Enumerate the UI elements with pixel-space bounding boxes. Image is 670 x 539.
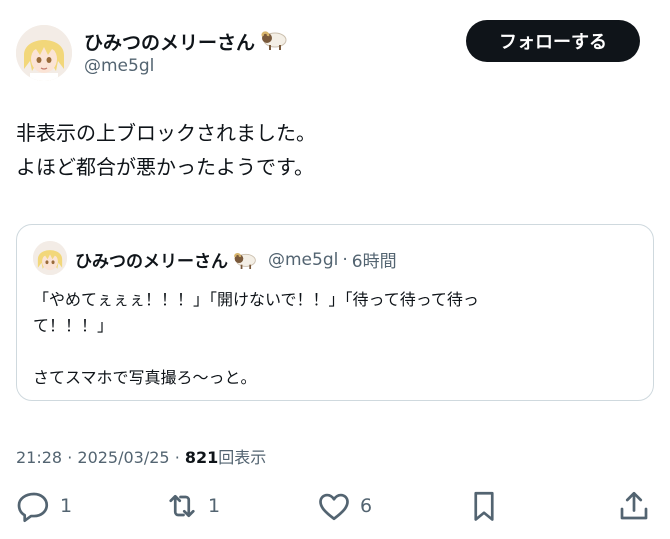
quoted-author-handle: @me5gl xyxy=(268,249,339,270)
quoted-line-2: て！！！」 xyxy=(33,316,114,335)
views-count: 821 xyxy=(184,448,219,467)
bookmark-button[interactable] xyxy=(466,484,502,528)
meta-separator: · xyxy=(67,448,73,467)
reply-count: 1 xyxy=(60,495,73,517)
quoted-line-3: さてスマホで写真撮ろ〜っと。 xyxy=(33,368,257,387)
reply-button[interactable]: 1 xyxy=(16,484,72,528)
tweet-line-1: 非表示の上ブロックされました。 xyxy=(16,121,316,145)
retweet-button[interactable]: 1 xyxy=(164,484,220,528)
author-name-text: ひみつのメリーさん xyxy=(84,32,256,54)
reply-icon xyxy=(17,492,49,523)
like-count: 6 xyxy=(360,495,373,517)
anime-avatar-icon xyxy=(16,25,72,81)
tweet-date[interactable]: 2025/03/25 xyxy=(77,448,169,467)
quoted-tweet-text: 「やめてぇぇぇ！！！」「開けないで！！」「待って待って待っ て！！！」 さてスマ… xyxy=(33,287,633,391)
retweet-count: 1 xyxy=(208,495,221,517)
like-button[interactable]: 6 xyxy=(316,484,372,528)
tweet-meta: 21:28 · 2025/03/25 · 821回表示 xyxy=(16,444,266,468)
quoted-timestamp: 6時間 xyxy=(351,252,397,272)
quoted-author-name: ひみつのメリーさん xyxy=(75,252,228,272)
heart-icon xyxy=(319,493,349,521)
share-button[interactable] xyxy=(616,484,652,528)
ram-icon xyxy=(259,28,289,55)
meta-separator: · xyxy=(174,448,180,467)
retweet-icon xyxy=(169,494,195,518)
author-display-name[interactable]: ひみつのメリーさん xyxy=(84,28,289,55)
quoted-separator: · xyxy=(342,249,348,270)
tweet-time[interactable]: 21:28 xyxy=(16,448,62,467)
bookmark-icon xyxy=(474,491,494,521)
share-icon xyxy=(620,491,648,520)
author-avatar[interactable] xyxy=(16,25,72,81)
quoted-tweet-card[interactable]: ひみつのメリーさん @me5gl · 6時間 「やめてぇぇぇ！！！」「開けないで… xyxy=(16,224,654,401)
quoted-author-avatar xyxy=(33,241,67,275)
ram-icon xyxy=(232,250,258,269)
action-bar: 1 1 6 xyxy=(0,484,670,528)
quoted-tweet-header: ひみつのメリーさん @me5gl · 6時間 xyxy=(75,247,397,273)
author-handle[interactable]: @me5gl xyxy=(84,56,154,76)
anime-avatar-icon xyxy=(33,241,67,275)
views-label: 回表示 xyxy=(218,448,267,467)
tweet-text: 非表示の上ブロックされました。 よほど都合が悪かったようです。 xyxy=(16,116,316,184)
quoted-line-1: 「やめてぇぇぇ！！！」「開けないで！！」「待って待って待っ xyxy=(33,290,479,309)
tweet-line-2: よほど都合が悪かったようです。 xyxy=(16,155,314,179)
follow-button[interactable]: フォローする xyxy=(466,20,640,62)
